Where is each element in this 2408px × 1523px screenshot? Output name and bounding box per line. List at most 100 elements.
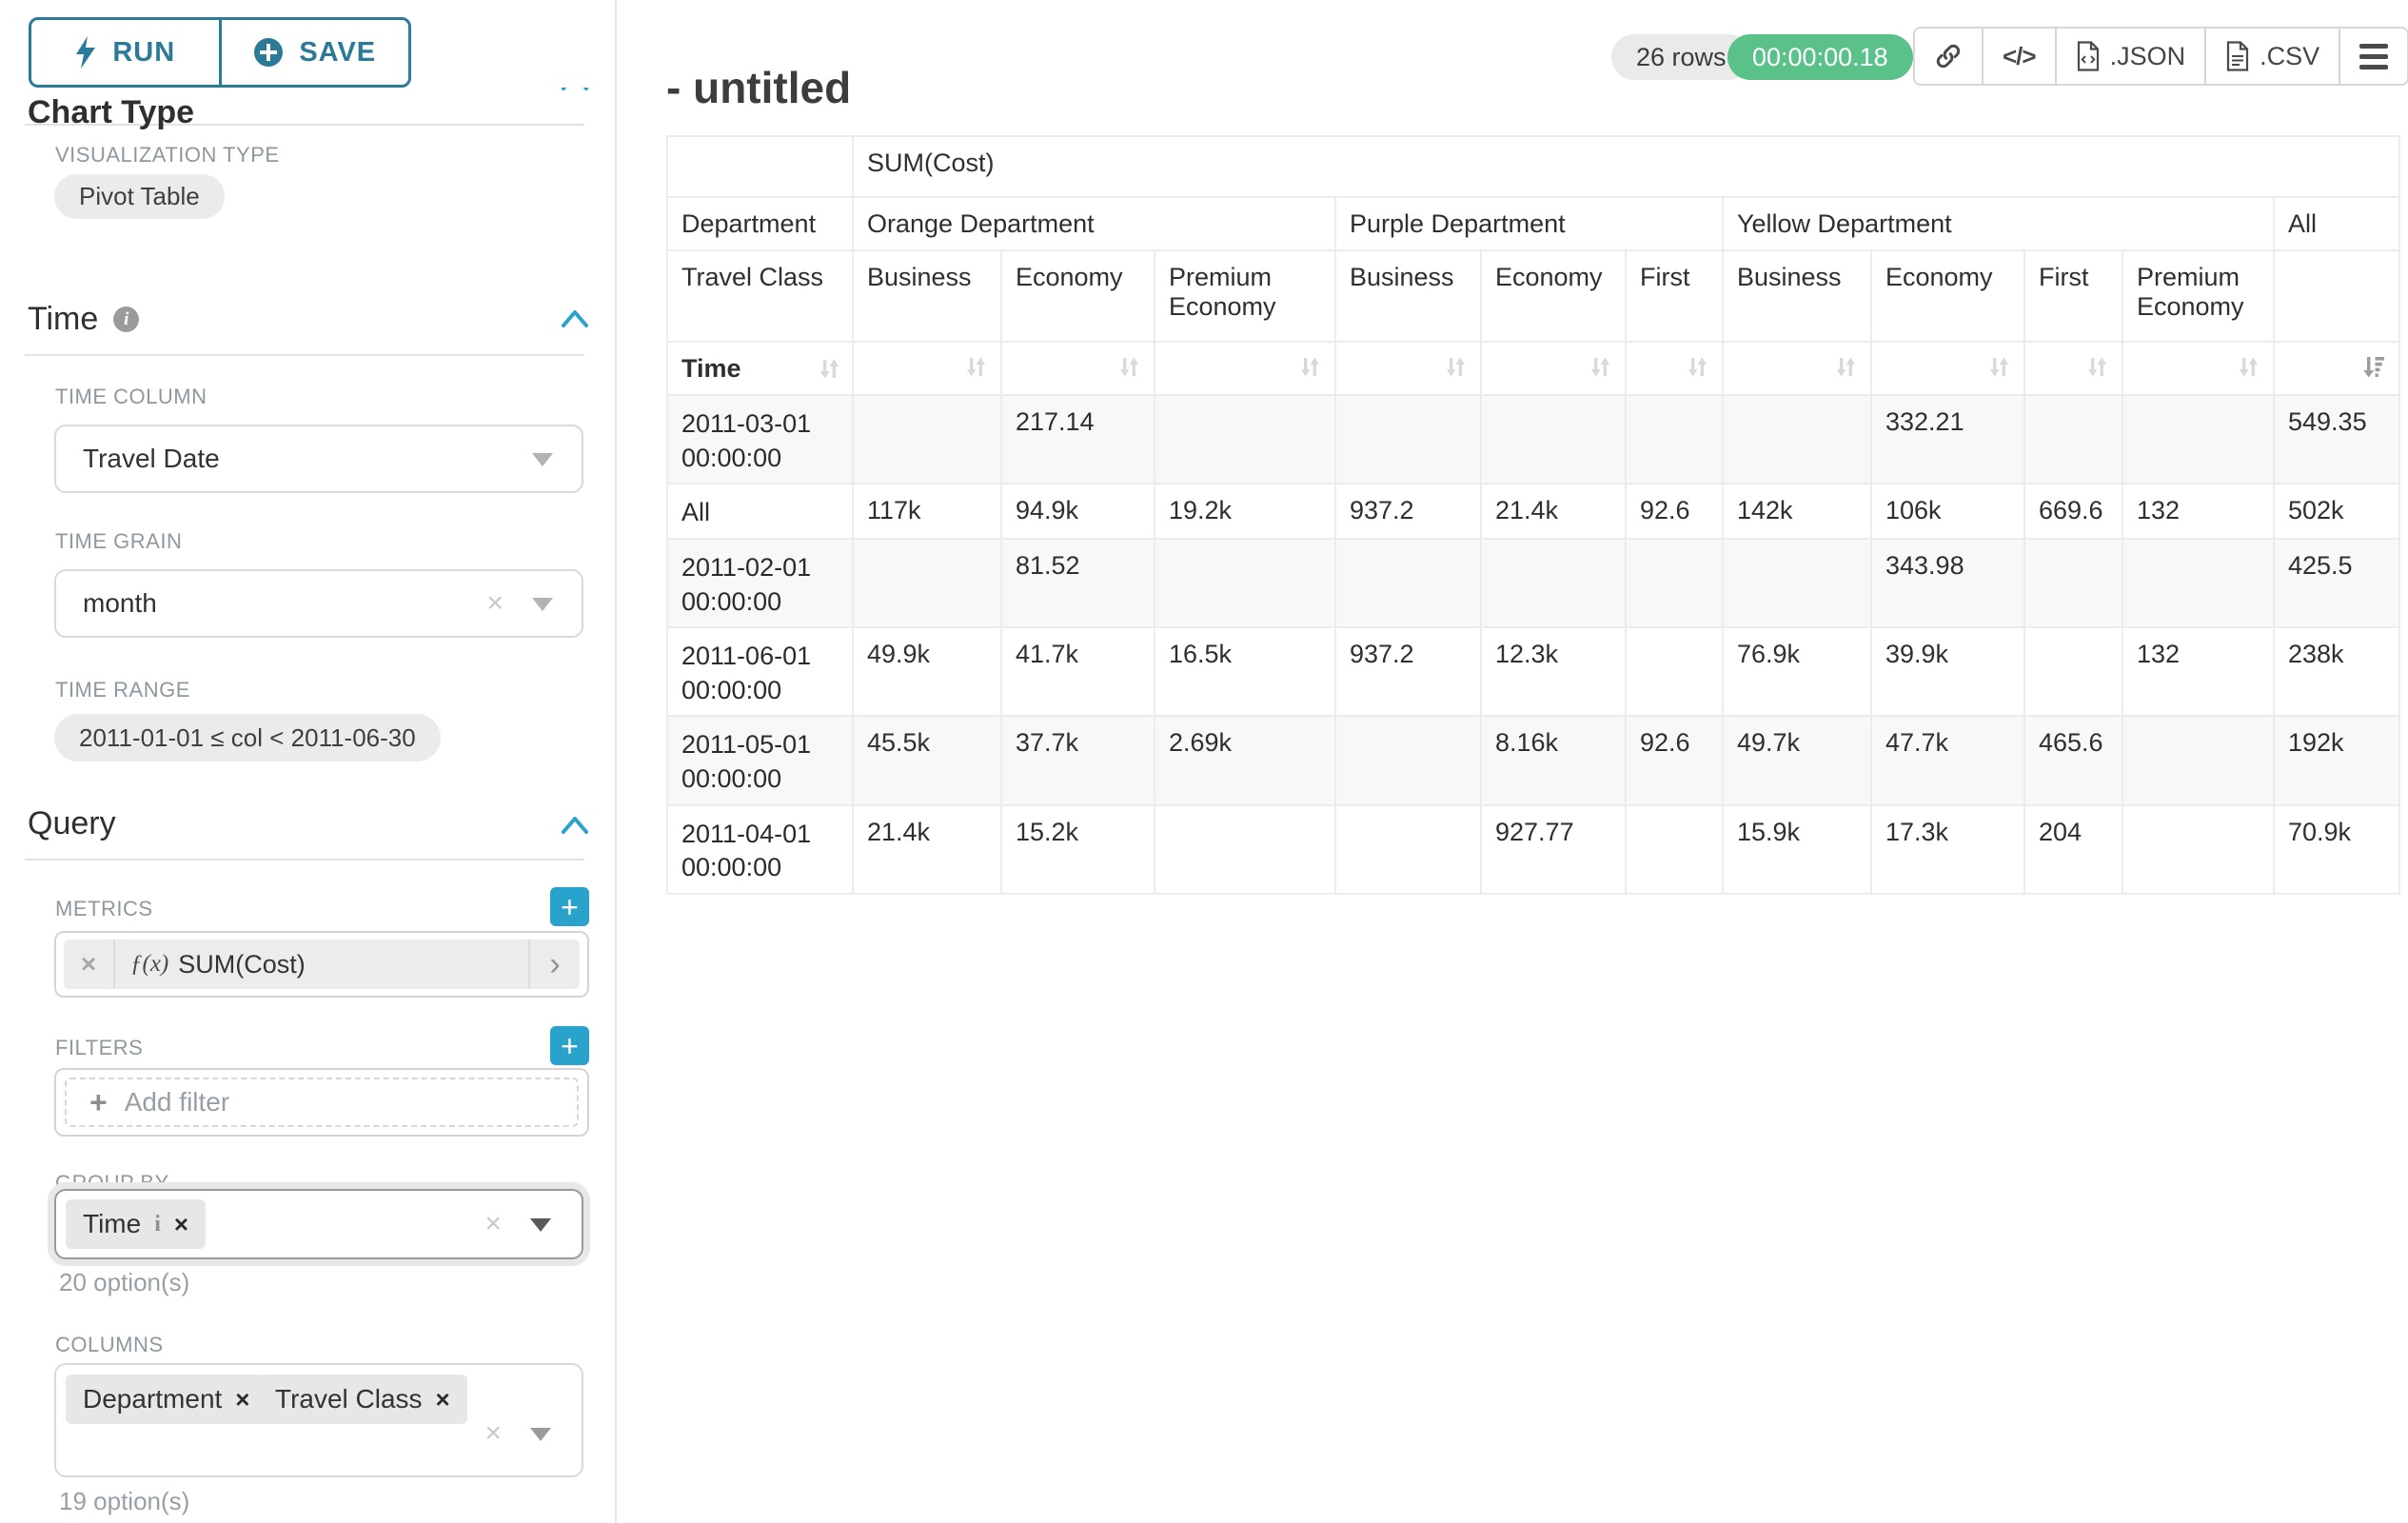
value-cell: 92.6	[1626, 716, 1723, 804]
save-button-label: SAVE	[299, 37, 376, 69]
value-cell: 70.9k	[2274, 805, 2399, 894]
pivot-table: SUM(Cost)DepartmentOrange DepartmentPurp…	[666, 135, 2400, 895]
value-cell: 927.77	[1481, 805, 1626, 894]
sort-icon[interactable]	[1443, 354, 1469, 380]
column-sort-cell[interactable]	[1626, 342, 1723, 395]
time-column-select[interactable]: Travel Date	[54, 425, 583, 493]
add-filter-button[interactable]: + Add filter	[65, 1078, 579, 1127]
sort-desc-icon[interactable]	[2361, 354, 2387, 380]
run-button[interactable]: RUN	[31, 20, 219, 85]
travel-class-header-cell: Economy	[1481, 250, 1626, 342]
save-button[interactable]: SAVE	[219, 20, 409, 85]
column-sort-cell[interactable]	[1155, 342, 1335, 395]
clear-icon[interactable]: ×	[484, 1208, 502, 1240]
query-collapse-chevron-icon[interactable]	[561, 815, 589, 835]
sort-icon[interactable]	[1116, 354, 1142, 380]
time-grain-label: TIME GRAIN	[55, 529, 182, 554]
remove-chip-icon[interactable]: ×	[174, 1210, 188, 1239]
sort-icon[interactable]	[1297, 354, 1323, 380]
column-sort-cell[interactable]	[1481, 342, 1626, 395]
sort-icon[interactable]	[817, 356, 842, 382]
columns-chip-travel-class[interactable]: Travel Class ×	[258, 1375, 467, 1424]
remove-chip-icon[interactable]: ×	[436, 1385, 450, 1414]
department-header-cell: Yellow Department	[1723, 197, 2274, 250]
add-filter-plus-button[interactable]: +	[550, 1026, 589, 1065]
value-cell	[1481, 395, 1626, 484]
visualization-type-pill[interactable]: Pivot Table	[54, 174, 225, 219]
travel-class-header-cell: First	[2024, 250, 2122, 342]
info-icon[interactable]: i	[113, 307, 139, 332]
value-cell: 49.7k	[1723, 716, 1871, 804]
column-sort-cell[interactable]	[1723, 342, 1871, 395]
plus-icon: +	[89, 1085, 108, 1120]
value-cell: 39.9k	[1871, 627, 2024, 716]
value-cell	[2024, 539, 2122, 627]
sort-icon[interactable]	[1588, 354, 1613, 380]
time-range-pill[interactable]: 2011-01-01 ≤ col < 2011-06-30	[54, 714, 441, 762]
metric-item[interactable]: × ƒ(x) SUM(Cost) ›	[64, 940, 580, 989]
info-icon[interactable]: i	[154, 1212, 161, 1237]
travel-class-header-cell: First	[1626, 250, 1723, 342]
pivot-corner-cell	[667, 136, 853, 197]
remove-metric-icon[interactable]: ×	[64, 940, 115, 989]
value-cell: 15.9k	[1723, 805, 1871, 894]
column-sort-cell[interactable]	[853, 342, 1001, 395]
chevron-right-icon[interactable]: ›	[528, 940, 580, 989]
results-menu-button[interactable]	[2339, 29, 2407, 84]
sort-icon[interactable]	[963, 354, 989, 380]
columns-select[interactable]: Department × Travel Class × ×	[54, 1363, 583, 1477]
clear-icon[interactable]: ×	[484, 1417, 502, 1450]
group-by-select[interactable]: Time i × ×	[54, 1189, 583, 1259]
add-metric-button[interactable]: +	[550, 887, 589, 926]
column-sort-cell[interactable]	[1001, 342, 1155, 395]
group-by-chip-time[interactable]: Time i ×	[66, 1199, 206, 1249]
add-filter-label: Add filter	[125, 1087, 230, 1118]
time-grain-select[interactable]: month ×	[54, 569, 583, 638]
time-section-title: Time	[28, 301, 98, 338]
value-cell: 937.2	[1335, 484, 1481, 539]
value-cell: 332.21	[1871, 395, 2024, 484]
sort-icon[interactable]	[1685, 354, 1710, 380]
remove-chip-icon[interactable]: ×	[235, 1385, 249, 1414]
column-sort-cell[interactable]	[2122, 342, 2274, 395]
value-cell	[2024, 395, 2122, 484]
filters-box: + Add filter	[54, 1068, 589, 1137]
value-cell	[1626, 627, 1723, 716]
value-cell: 132	[2122, 627, 2274, 716]
sort-icon[interactable]	[1986, 354, 2012, 380]
copy-link-button[interactable]	[1915, 29, 1982, 84]
export-json-button[interactable]: .JSON	[2055, 29, 2205, 84]
value-cell: 15.2k	[1001, 805, 1155, 894]
value-cell: 12.3k	[1481, 627, 1626, 716]
department-header-cell: All	[2274, 197, 2399, 250]
export-csv-button[interactable]: .CSV	[2204, 29, 2339, 84]
value-cell: 37.7k	[1001, 716, 1155, 804]
chart-title[interactable]: - untitled	[666, 62, 851, 113]
value-cell: 45.5k	[853, 716, 1001, 804]
sort-icon[interactable]	[2084, 354, 2110, 380]
value-cell	[2122, 805, 2274, 894]
chevron-down-icon	[532, 453, 553, 466]
sort-icon[interactable]	[2236, 354, 2261, 380]
view-query-button[interactable]: </>	[1982, 29, 2055, 84]
metrics-label: METRICS	[55, 897, 153, 921]
column-sort-cell[interactable]	[2274, 342, 2399, 395]
clear-icon[interactable]: ×	[486, 587, 503, 620]
time-collapse-chevron-icon[interactable]	[561, 308, 589, 328]
value-cell: 937.2	[1335, 627, 1481, 716]
column-sort-cell[interactable]	[2024, 342, 2122, 395]
value-cell	[1335, 716, 1481, 804]
value-cell: 92.6	[1626, 484, 1723, 539]
query-section-title: Query	[28, 807, 116, 840]
lightning-bolt-icon	[74, 36, 97, 69]
sort-icon[interactable]	[1833, 354, 1859, 380]
travel-class-header-cell: Premium Economy	[1155, 250, 1335, 342]
value-cell	[1626, 539, 1723, 627]
time-column-value: Travel Date	[83, 444, 220, 474]
pivot-table-container: SUM(Cost)DepartmentOrange DepartmentPurp…	[666, 135, 2400, 895]
column-sort-cell[interactable]	[1335, 342, 1481, 395]
column-sort-cell[interactable]	[1871, 342, 2024, 395]
time-sort-header[interactable]: Time	[667, 342, 853, 395]
columns-chip-department[interactable]: Department ×	[66, 1375, 266, 1424]
query-duration-badge: 00:00:00.18	[1727, 34, 1913, 80]
